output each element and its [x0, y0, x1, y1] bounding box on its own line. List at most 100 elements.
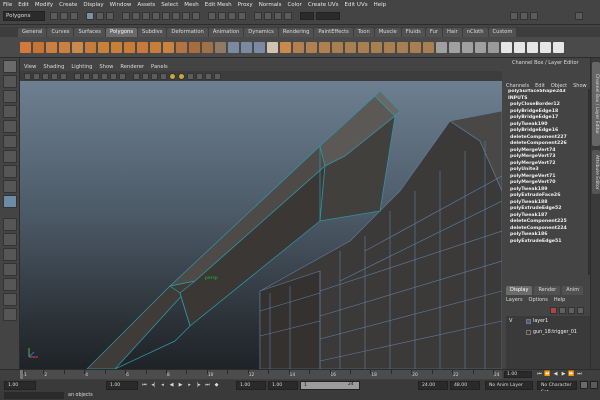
move-layer-up-icon[interactable] [568, 306, 575, 314]
select-tool-icon[interactable] [3, 60, 17, 73]
combine-icon[interactable] [176, 41, 187, 53]
poly-soccer-icon[interactable] [150, 41, 161, 53]
select-object-icon[interactable] [96, 12, 104, 20]
step-back-button[interactable]: ◂ [159, 382, 166, 389]
image-plane-icon[interactable] [51, 72, 58, 80]
bookmark-icon[interactable] [42, 72, 49, 80]
menu-modify[interactable]: Modify [35, 2, 53, 8]
poly-sphere-icon[interactable] [20, 41, 31, 53]
menu-display[interactable]: Display [83, 2, 103, 8]
boolean-difference-icon[interactable] [241, 41, 252, 53]
history-icon[interactable] [254, 12, 262, 20]
single-view-layout-icon[interactable] [3, 218, 17, 231]
layer-menu-layers[interactable]: Layers [506, 297, 523, 303]
select-component-icon[interactable] [106, 12, 114, 20]
current-frame-field[interactable]: 1.00 [504, 371, 532, 378]
mask-dynamic-icon[interactable] [172, 12, 180, 20]
go-to-end-button[interactable]: ⏭ [204, 382, 211, 389]
channel-box-menu-edit[interactable]: Edit [535, 83, 545, 89]
camera-attributes-icon[interactable] [33, 72, 40, 80]
range-start-field[interactable]: 1.00 [268, 381, 298, 390]
merge-icon[interactable] [371, 41, 382, 53]
soft-modification-icon[interactable] [3, 165, 17, 178]
animation-preferences-icon[interactable] [590, 381, 598, 389]
smooth-shade-icon[interactable] [142, 72, 149, 80]
lasso-tool-icon[interactable] [3, 75, 17, 88]
uv-editor-icon[interactable] [488, 41, 499, 53]
persp-outliner-layout-icon[interactable] [3, 248, 17, 261]
select-camera-icon[interactable] [24, 72, 31, 80]
shelf-tab-curves[interactable]: Curves [47, 27, 74, 37]
step-back-key-icon[interactable]: ⏪ [544, 371, 551, 378]
command-line-input[interactable] [4, 392, 64, 399]
select-hierarchy-icon[interactable] [86, 12, 94, 20]
layer-tab-render[interactable]: Render [534, 285, 561, 295]
layer-tab-anim[interactable]: Anim [562, 285, 584, 295]
shelf-tab-rendering[interactable]: Rendering [278, 27, 314, 37]
layer-color-swatch[interactable] [526, 319, 531, 324]
poke-icon[interactable] [397, 41, 408, 53]
layer-visibility-toggle[interactable]: V [509, 316, 517, 327]
render-frame-icon[interactable] [264, 12, 272, 20]
menu-select[interactable]: Select [161, 2, 178, 8]
keep-faces-icon[interactable] [423, 41, 434, 53]
poly-helix-icon[interactable] [137, 41, 148, 53]
mask-misc-icon[interactable] [192, 12, 200, 20]
append-polygon-icon[interactable] [306, 41, 317, 53]
channel-box-menu-show[interactable]: Show [573, 83, 587, 89]
gate-mask-icon[interactable] [101, 72, 108, 80]
channel-box-menu-channels[interactable]: Channels [506, 83, 529, 89]
go-to-end-icon[interactable]: ⏭ [576, 371, 583, 378]
go-to-start-icon[interactable]: ⏮ [536, 371, 543, 378]
two-d-pan-icon[interactable] [60, 72, 67, 80]
save-scene-icon[interactable] [70, 12, 78, 20]
poly-plane-icon[interactable] [72, 41, 83, 53]
mask-render-icon[interactable] [182, 12, 190, 20]
spherical-mapping-icon[interactable] [462, 41, 473, 53]
wedge-icon[interactable] [384, 41, 395, 53]
graph-editor-layout-icon[interactable] [3, 308, 17, 321]
poly-torus-icon[interactable] [85, 41, 96, 53]
safe-action-icon[interactable] [119, 72, 126, 80]
ipr-render-icon[interactable] [274, 12, 282, 20]
wireframe-icon[interactable] [133, 72, 140, 80]
animation-end-field[interactable]: 48.00 [450, 381, 480, 390]
play-backwards-button[interactable]: ◀ [168, 382, 175, 389]
move-layer-down-icon[interactable] [577, 306, 584, 314]
mask-surface-icon[interactable] [152, 12, 160, 20]
paint-select-tool-icon[interactable] [3, 90, 17, 103]
snap-curve-icon[interactable] [218, 12, 226, 20]
bevel-icon[interactable] [410, 41, 421, 53]
viewport-menu-renderer[interactable]: Renderer [120, 64, 144, 70]
lock-icon[interactable] [575, 12, 583, 20]
anim-layer-select[interactable]: No Anim Layer [485, 381, 533, 390]
channel-box-side-tab[interactable]: Channel Box / Layer Editor [592, 62, 600, 146]
viewport-menu-show[interactable]: Show [99, 64, 113, 70]
layer-menu-options[interactable]: Options [529, 297, 548, 303]
open-scene-icon[interactable] [60, 12, 68, 20]
viewport-menu-shading[interactable]: Shading [43, 64, 64, 70]
animation-start-field[interactable]: 1.00 [4, 381, 36, 390]
wireframe-on-shaded-icon[interactable] [151, 72, 158, 80]
use-all-lights-icon[interactable] [169, 72, 176, 80]
split-polygon-icon[interactable] [319, 41, 330, 53]
platonic-solid-icon[interactable] [163, 41, 174, 53]
render-settings-icon[interactable] [284, 12, 292, 20]
channel-box-list[interactable]: polySurfaceShape243 INPUTS polyCloseBord… [506, 89, 588, 275]
four-view-layout-icon[interactable] [3, 233, 17, 246]
numeric-input-field[interactable] [300, 12, 314, 20]
mask-handle-icon[interactable] [122, 12, 130, 20]
outliner-layout-icon[interactable] [3, 293, 17, 306]
separate-icon[interactable] [189, 41, 200, 53]
universal-manipulator-icon[interactable] [3, 150, 17, 163]
menu-normals[interactable]: Normals [259, 2, 282, 8]
poly-prism-icon[interactable] [98, 41, 109, 53]
menu-file[interactable]: File [3, 2, 12, 8]
layer-menu-help[interactable]: Help [554, 297, 565, 303]
poly-pipe-icon[interactable] [124, 41, 135, 53]
poly-cone-icon[interactable] [59, 41, 70, 53]
high-quality-icon[interactable] [187, 72, 194, 80]
playback-start-field[interactable]: 1.00 [236, 381, 266, 390]
perspective-viewport[interactable] [20, 81, 502, 369]
automatic-mapping-icon[interactable] [475, 41, 486, 53]
